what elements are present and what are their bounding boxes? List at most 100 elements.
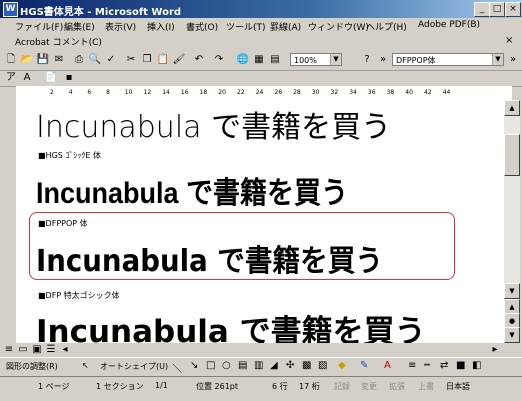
status-extend[interactable]: 拡張 xyxy=(389,381,405,392)
maximize-icon[interactable]: □ xyxy=(489,2,505,17)
arrow-icon[interactable]: ↘ xyxy=(190,360,198,371)
close-icon[interactable]: × xyxy=(505,2,521,17)
next-page-icon[interactable]: ▼ xyxy=(504,327,520,343)
vertical-ruler[interactable] xyxy=(0,100,17,343)
draw-adjust-menu[interactable]: 図形の調整(R) xyxy=(6,361,58,372)
new-document-icon[interactable]: 🗋 xyxy=(4,53,18,67)
document-page[interactable]: Incunabula で書籍を買う ■HGS ｺﾞｼｯｸE 体 Incunabu… xyxy=(16,100,504,343)
dash-style-icon[interactable]: ┅ xyxy=(424,360,430,371)
menu-help[interactable]: ヘルプ(H) xyxy=(366,20,407,33)
ruby-icon[interactable]: ア xyxy=(4,71,18,85)
copy-icon[interactable]: ❐ xyxy=(140,53,154,67)
ruler-tick: 40 xyxy=(405,89,413,96)
pdf-convert-icon[interactable]: 📄 xyxy=(44,71,58,85)
line-color-icon[interactable]: ✎ xyxy=(360,360,368,371)
status-track-changes[interactable]: 変更 xyxy=(361,381,377,392)
minimize-icon[interactable]: _ xyxy=(474,2,490,17)
scroll-left-icon[interactable]: ◂ xyxy=(58,343,72,357)
spelling-icon[interactable]: ✓ xyxy=(104,53,118,67)
paste-icon[interactable]: 📋 xyxy=(156,53,170,67)
print-preview-icon[interactable]: 🔍 xyxy=(88,53,102,67)
vertical-scrollbar[interactable]: ▲ ▼ ▲ ● ▼ xyxy=(504,100,520,343)
ruler-tick: 24 xyxy=(255,89,264,96)
diagram-icon[interactable]: ✣ xyxy=(286,360,294,371)
textbox-icon[interactable]: ▤ xyxy=(238,360,247,371)
horizontal-ruler[interactable]: 2 4 6 8 10 12 14 16 18 20 22 24 26 28 30 32 34 36 38 40 42 44 xyxy=(16,86,512,101)
menu-file[interactable]: ファイル(F) xyxy=(15,20,63,33)
insert-table-icon[interactable]: ▤ xyxy=(268,53,282,67)
status-page: 1 ページ xyxy=(38,382,70,391)
fill-color-icon[interactable]: ◆ xyxy=(338,360,346,371)
ruler-tick: 12 xyxy=(143,89,152,96)
menu-view[interactable]: 表示(V) xyxy=(105,20,136,33)
horizontal-scrollbar[interactable]: ≡ ▭ ▣ ☰ ◂ ▸ xyxy=(0,343,504,357)
menu-bar: ファイル(F) 編集(E) 表示(V) 挿入(I) 書式(O) ツール(T) 罫… xyxy=(0,18,522,50)
rectangle-icon[interactable]: □ xyxy=(206,360,215,371)
ruler-tick: 44 xyxy=(442,89,451,96)
picture-icon[interactable]: ▨ xyxy=(318,360,327,371)
hyperlink-icon[interactable]: 🌐 xyxy=(236,53,250,67)
scroll-down-icon[interactable]: ▼ xyxy=(504,283,520,299)
pdf-icon[interactable]: ▪ xyxy=(62,71,76,85)
save-icon[interactable]: 💾 xyxy=(36,53,50,67)
scroll-up-icon[interactable]: ▲ xyxy=(504,100,520,116)
clipart-icon[interactable]: ▩ xyxy=(302,360,311,371)
font-label-dfppop: ■DFPPOP 体 xyxy=(38,219,88,228)
print-layout-icon[interactable]: ▣ xyxy=(30,343,44,357)
font-color-icon[interactable]: A xyxy=(384,360,391,371)
doc-close-icon[interactable]: × xyxy=(505,35,513,46)
status-record[interactable]: 記録 xyxy=(334,381,350,392)
open-icon[interactable]: 📂 xyxy=(20,53,34,67)
menu-tools[interactable]: ツール(T) xyxy=(226,20,266,33)
toolbar-options-icon[interactable]: » xyxy=(376,53,390,67)
style-icon[interactable]: A xyxy=(20,71,34,85)
status-overtype[interactable]: 上書 xyxy=(418,381,434,392)
normal-view-icon[interactable]: ≡ xyxy=(2,343,16,357)
scroll-thumb[interactable] xyxy=(504,134,520,176)
web-layout-icon[interactable]: ▭ xyxy=(16,343,30,357)
status-column: 17 桁 xyxy=(299,382,320,391)
status-section: 1 セクション xyxy=(96,382,144,391)
word-app-icon[interactable]: W xyxy=(3,2,18,17)
ruler-tick: 26 xyxy=(274,89,283,96)
3d-icon[interactable]: ◧ xyxy=(472,360,481,371)
line-icon[interactable]: ＼ xyxy=(172,360,182,375)
zoom-combo[interactable]: 100% ▼ xyxy=(290,53,342,66)
vertical-textbox-icon[interactable]: ▥ xyxy=(254,360,263,371)
shadow-icon[interactable]: ■ xyxy=(456,360,465,371)
arrow-style-icon[interactable]: ⇄ xyxy=(440,360,448,371)
help-icon[interactable]: ? xyxy=(360,53,374,67)
redo-icon[interactable]: ↷ xyxy=(212,53,226,67)
select-object-icon[interactable]: ↖ xyxy=(82,361,89,370)
format-painter-icon[interactable]: 🖌 xyxy=(172,53,186,67)
oval-icon[interactable]: ○ xyxy=(222,360,231,371)
menu-adobe-pdf[interactable]: Adobe PDF(B) xyxy=(418,20,480,30)
menu-table[interactable]: 罫線(A) xyxy=(270,20,301,33)
ruler-tick: 10 xyxy=(124,89,133,96)
ruler-tick: 8 xyxy=(106,89,110,96)
menu-insert[interactable]: 挿入(I) xyxy=(147,20,175,33)
menu-acrobat-comment[interactable]: Acrobat コメント(C) xyxy=(15,35,102,48)
ruler-tick: 36 xyxy=(367,89,376,96)
undo-icon[interactable]: ↶ xyxy=(192,53,206,67)
ruler-tick: 6 xyxy=(87,89,92,96)
tables-borders-icon[interactable]: ▦ xyxy=(252,53,266,67)
permission-icon[interactable]: ✉ xyxy=(52,53,66,67)
outline-view-icon[interactable]: ☰ xyxy=(44,343,58,357)
status-language: 日本語 xyxy=(446,382,470,391)
line-style-icon[interactable]: ≡ xyxy=(408,360,416,371)
font-combo[interactable]: DFPPOP体 ▼ xyxy=(392,53,504,66)
scroll-right-icon[interactable]: ▸ xyxy=(488,343,502,357)
print-icon[interactable]: ⎙ xyxy=(72,53,86,67)
cut-icon[interactable]: ✂ xyxy=(124,53,138,67)
menu-edit[interactable]: 編集(E) xyxy=(64,20,95,33)
menu-format[interactable]: 書式(O) xyxy=(186,20,218,33)
ruler-tick: 42 xyxy=(424,89,432,96)
autoshape-menu[interactable]: オートシェイプ(U) xyxy=(100,361,168,372)
sample-line-1: Incunabula で書籍を買う xyxy=(36,110,392,145)
toolbar-options-icon[interactable]: » xyxy=(506,53,520,67)
chevron-down-icon[interactable]: ▼ xyxy=(330,54,341,65)
wordart-icon[interactable]: ◢ xyxy=(270,360,278,371)
menu-window[interactable]: ウィンドウ(W) xyxy=(308,20,369,33)
chevron-down-icon[interactable]: ▼ xyxy=(492,54,503,65)
